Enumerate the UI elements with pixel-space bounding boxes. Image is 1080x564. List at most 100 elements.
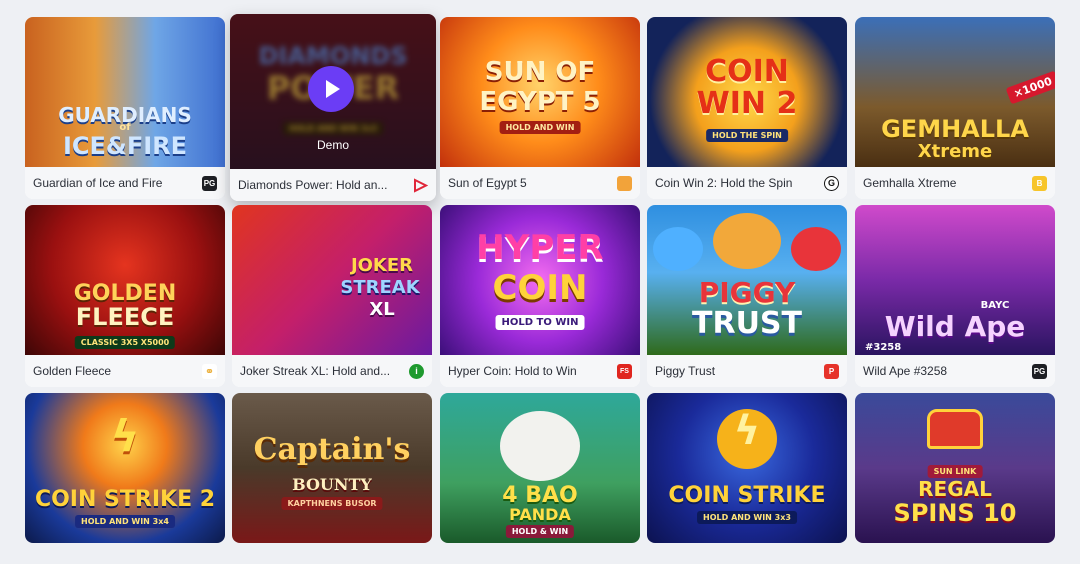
- game-art-title: TRUST: [692, 306, 802, 341]
- game-title: Sun of Egypt 5: [448, 176, 527, 190]
- crown-icon: [927, 409, 983, 449]
- game-card[interactable]: DIAMONDS POWER HOLD AND WIN 3x3 Demo Dia…: [230, 14, 436, 201]
- game-art-subtitle: HOLD THE SPIN: [706, 129, 788, 142]
- game-caption: Gemhalla Xtreme B: [855, 167, 1055, 199]
- pig-character: [653, 227, 703, 271]
- game-art-title: COIN: [492, 268, 588, 308]
- game-art-title: Xtreme: [917, 141, 993, 162]
- game-art-title: 4 BAO: [502, 483, 578, 508]
- game-thumbnail[interactable]: ϟ COIN STRIKE 2 HOLD AND WIN 3x4: [25, 393, 225, 543]
- game-art-title: PIGGY: [698, 276, 796, 309]
- game-card[interactable]: Captain's BOUNTY KAPTHNENS BUSOR: [232, 393, 432, 543]
- game-art-title: ICE&FIRE: [62, 132, 188, 160]
- game-caption: Joker Streak XL: Hold and... i: [232, 355, 432, 387]
- panda-character: [500, 411, 580, 481]
- provider-logo-icon: [617, 175, 632, 191]
- game-thumbnail[interactable]: JOKER STREAK XL: [232, 205, 432, 355]
- game-title: Piggy Trust: [655, 364, 716, 378]
- game-thumbnail[interactable]: GUARDIANS of ICE&FIRE: [25, 17, 225, 167]
- game-caption: Coin Win 2: Hold the Spin G: [647, 167, 847, 199]
- game-art-title: SPINS 10: [893, 499, 1017, 527]
- game-thumbnail[interactable]: COIN WIN 2 HOLD THE SPIN: [647, 17, 847, 167]
- provider-logo-icon: i: [409, 363, 424, 379]
- game-art-title: PANDA: [509, 505, 571, 524]
- game-thumbnail[interactable]: PIGGY TRUST: [647, 205, 847, 355]
- game-card[interactable]: JOKER STREAK XL Joker Streak XL: Hold an…: [232, 205, 432, 387]
- game-card[interactable]: ϟ COIN STRIKE 2 HOLD AND WIN 3x4: [25, 393, 225, 543]
- game-thumbnail[interactable]: ×1000 GEMHALLA Xtreme: [855, 17, 1055, 167]
- game-art-title: XL: [369, 299, 395, 320]
- provider-logo-icon: G: [824, 175, 839, 191]
- pig-character: [713, 213, 781, 269]
- game-caption: Diamonds Power: Hold an...: [230, 169, 436, 201]
- game-art-title: COIN STRIKE: [668, 483, 826, 508]
- game-caption: Hyper Coin: Hold to Win FS: [440, 355, 640, 387]
- game-art-title: GOLDEN: [73, 281, 177, 306]
- game-card[interactable]: ϟ COIN STRIKE HOLD AND WIN 3x3: [647, 393, 847, 543]
- game-card[interactable]: HYPER COIN HOLD TO WIN Hyper Coin: Hold …: [440, 205, 640, 387]
- lightning-icon: ϟ: [110, 411, 140, 462]
- game-card[interactable]: COIN WIN 2 HOLD THE SPIN Coin Win 2: Hol…: [647, 17, 847, 199]
- game-card[interactable]: SUN LINK REGAL SPINS 10: [855, 393, 1055, 543]
- provider-logo-icon: PG: [202, 175, 217, 191]
- game-art-subtitle: HOLD & WIN: [505, 525, 575, 538]
- game-art-subtitle: HOLD AND WIN 3x4: [75, 515, 175, 528]
- game-title: Wild Ape #3258: [863, 364, 948, 378]
- game-thumbnail[interactable]: Captain's BOUNTY KAPTHNENS BUSOR: [232, 393, 432, 543]
- game-art-title: GEMHALLA: [881, 115, 1029, 143]
- game-art-title: WIN 2: [696, 86, 798, 121]
- play-button[interactable]: [308, 66, 354, 112]
- game-art-title: Captain's: [253, 432, 411, 467]
- game-card[interactable]: GOLDEN FLEECE CLASSIC 3X5 X5000 Golden F…: [25, 205, 225, 387]
- game-thumbnail[interactable]: SUN LINK REGAL SPINS 10: [855, 393, 1055, 543]
- provider-logo-icon: B: [1032, 175, 1047, 191]
- game-title: Hyper Coin: Hold to Win: [448, 364, 577, 378]
- game-card[interactable]: PIGGY TRUST Piggy Trust P: [647, 205, 847, 387]
- provider-logo-icon: [413, 177, 429, 193]
- provider-logo-icon: ⚭: [202, 363, 217, 379]
- game-art-title: REGAL: [918, 477, 992, 501]
- game-art-title: BOUNTY: [292, 475, 372, 494]
- game-art-subtitle: ×1000: [1005, 70, 1055, 105]
- game-card[interactable]: BAYC Wild Ape #3258 Wild Ape #3258 PG: [855, 205, 1055, 387]
- game-thumbnail[interactable]: 4 BAO PANDA HOLD & WIN: [440, 393, 640, 543]
- game-caption: Guardian of Ice and Fire PG: [25, 167, 225, 199]
- game-art-title: JOKER: [350, 255, 414, 276]
- game-art-subtitle: HOLD AND WIN 3x3: [697, 511, 797, 524]
- pig-character: [791, 227, 841, 271]
- lightning-icon: ϟ: [733, 408, 761, 454]
- game-card[interactable]: ×1000 GEMHALLA Xtreme Gemhalla Xtreme B: [855, 17, 1055, 199]
- game-title: Diamonds Power: Hold an...: [238, 178, 388, 192]
- game-art-title: FLEECE: [75, 303, 175, 331]
- game-card[interactable]: 4 BAO PANDA HOLD & WIN: [440, 393, 640, 543]
- game-art-title: SUN OF: [484, 57, 596, 87]
- provider-logo-icon: FS: [617, 363, 632, 379]
- game-thumbnail[interactable]: DIAMONDS POWER HOLD AND WIN 3x3 Demo: [230, 14, 436, 169]
- game-art-title: COIN STRIKE 2: [34, 487, 216, 512]
- game-thumbnail[interactable]: GOLDEN FLEECE CLASSIC 3X5 X5000: [25, 205, 225, 355]
- game-title: Joker Streak XL: Hold and...: [240, 364, 391, 378]
- game-art-title: COIN: [705, 54, 789, 89]
- game-art-title: Wild Ape: [884, 310, 1026, 343]
- demo-link[interactable]: Demo: [230, 138, 436, 152]
- game-caption: Sun of Egypt 5: [440, 167, 640, 199]
- game-art-subtitle: KAPTHNENS BUSOR: [281, 497, 383, 510]
- game-thumbnail[interactable]: HYPER COIN HOLD TO WIN: [440, 205, 640, 355]
- game-thumbnail[interactable]: BAYC Wild Ape #3258: [855, 205, 1055, 355]
- game-thumbnail[interactable]: SUN OF EGYPT 5 HOLD AND WIN: [440, 17, 640, 167]
- game-art-subtitle: CLASSIC 3X5 X5000: [74, 336, 176, 349]
- game-art-title: STREAK: [340, 277, 420, 298]
- game-caption: Piggy Trust P: [647, 355, 847, 387]
- game-title: Golden Fleece: [33, 364, 112, 378]
- game-art-title: EGYPT 5: [479, 87, 601, 117]
- game-art-title: HYPER: [476, 228, 604, 268]
- game-card[interactable]: GUARDIANS of ICE&FIRE Guardian of Ice an…: [25, 17, 225, 199]
- provider-logo-icon: P: [824, 363, 839, 379]
- game-card[interactable]: SUN OF EGYPT 5 HOLD AND WIN Sun of Egypt…: [440, 17, 640, 199]
- game-art-title: #3258: [865, 342, 902, 353]
- play-icon: [326, 80, 340, 98]
- game-title: Coin Win 2: Hold the Spin: [655, 176, 793, 190]
- game-title: Gemhalla Xtreme: [863, 176, 957, 190]
- game-title: Guardian of Ice and Fire: [33, 176, 163, 190]
- game-thumbnail[interactable]: ϟ COIN STRIKE HOLD AND WIN 3x3: [647, 393, 847, 543]
